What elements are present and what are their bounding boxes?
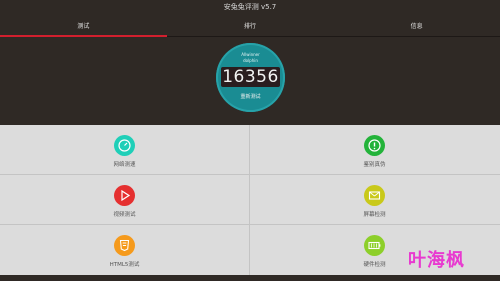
test-label: 鉴别真伪 xyxy=(363,162,386,168)
grid-divider xyxy=(249,125,250,275)
retest-button[interactable]: 重新测试 xyxy=(216,93,285,100)
test-label: 视频测试 xyxy=(113,212,136,218)
tab-test[interactable]: 测试 xyxy=(0,18,167,37)
test-label: 屏幕检测 xyxy=(363,212,386,218)
app-title: 安兔兔评测 v5.7 xyxy=(223,3,277,11)
tab-ranking[interactable]: 排行 xyxy=(167,18,334,36)
score-dial[interactable]: Allwinner dolphin 16356 重新测试 xyxy=(216,43,285,112)
test-video[interactable]: 视频测试 xyxy=(0,175,249,224)
test-network-speed[interactable]: 网络测速 xyxy=(0,125,249,174)
test-screen[interactable]: 屏幕检测 xyxy=(250,175,499,224)
device-model: dolphin xyxy=(243,58,258,63)
test-label: 网络测速 xyxy=(113,162,136,168)
battery-icon xyxy=(364,235,385,256)
bottom-bar xyxy=(0,275,500,281)
tab-info[interactable]: 信息 xyxy=(333,18,500,36)
screen-icon xyxy=(364,185,385,206)
watermark: 叶海枫 xyxy=(408,250,465,271)
grid-divider xyxy=(0,224,500,225)
grid-divider xyxy=(0,174,500,175)
play-icon xyxy=(114,185,135,206)
score-panel: Allwinner dolphin 16356 重新测试 xyxy=(0,37,500,125)
test-label: HTML5测试 xyxy=(109,262,140,268)
app-title-bar: 安兔兔评测 v5.7 xyxy=(0,0,500,17)
device-vendor: Allwinner xyxy=(241,52,260,57)
html5-icon xyxy=(114,235,135,256)
test-authenticity[interactable]: 鉴别真伪 xyxy=(250,125,499,174)
benchmark-score: 16356 xyxy=(221,67,280,87)
tab-bar: 测试 排行 信息 xyxy=(0,18,500,37)
test-html5[interactable]: HTML5测试 xyxy=(0,225,249,274)
speedometer-icon xyxy=(114,135,135,156)
alert-icon xyxy=(364,135,385,156)
